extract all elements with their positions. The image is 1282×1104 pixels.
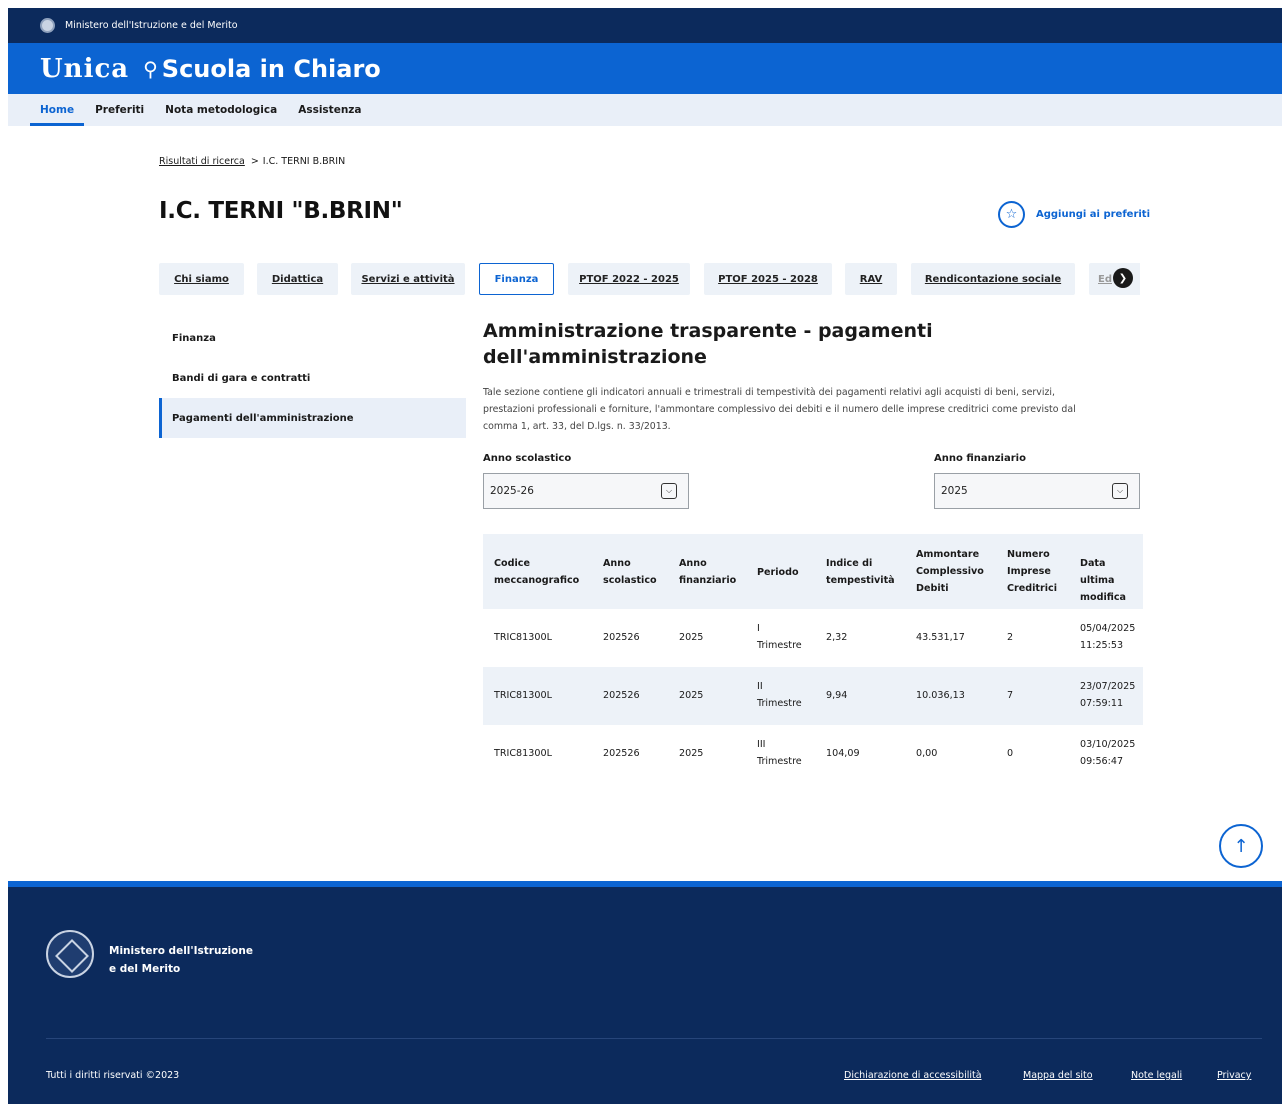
breadcrumb-separator: > (250, 156, 259, 167)
sidebar-item-finanza[interactable]: Finanza (159, 318, 466, 358)
nav-preferiti[interactable]: Preferiti (95, 94, 144, 126)
sidebar-item-pagamenti[interactable]: Pagamenti dell'amministrazione (159, 398, 466, 438)
chevron-down-icon: ⌵ (661, 483, 677, 499)
description-line3: comma 1, art. 33, del D.lgs. n. 33/2013. (483, 421, 671, 432)
section-title-line2: dell'amministrazione (483, 346, 707, 368)
th-anno-finanziario: Anno finanziario (679, 558, 737, 586)
cell-anno-scolastico: 202526 (603, 690, 640, 701)
table-row: TRIC81300L 202526 2025 III Trimestre 104,… (483, 725, 1143, 783)
tab-ptof-2022-2025[interactable]: PTOF 2022 - 2025 (568, 263, 690, 295)
cell-anno-scolastico: 202526 (603, 748, 640, 759)
main-section: Amministrazione trasparente - pagamenti … (483, 318, 1143, 435)
payments-table: Codice meccanografico Anno scolastico Anno… (483, 534, 1143, 783)
cell-codice: TRIC81300L (494, 748, 552, 759)
section-title: Amministrazione trasparente - pagamenti … (483, 318, 1143, 370)
tab-chi-siamo[interactable]: Chi siamo (159, 263, 244, 295)
section-title-line1: Amministrazione trasparente - pagamenti (483, 320, 933, 342)
nav-assistenza[interactable]: Assistenza (298, 94, 361, 126)
cell-anno-scolastico: 202526 (603, 632, 640, 643)
cell-imprese: 7 (1007, 690, 1014, 701)
cell-imprese: 2 (1007, 632, 1014, 643)
brand-bar: Unica ⚲ Scuola in Chiaro (8, 43, 1282, 94)
section-description: Tale sezione contiene gli indicatori ann… (483, 384, 1143, 435)
cell-ammontare: 43.531,17 (916, 632, 965, 643)
unica-logo[interactable]: Unica (40, 54, 129, 84)
tab-servizi-e-attivita[interactable]: Servizi e attività (351, 263, 465, 295)
cell-periodo: II Trimestre (757, 681, 802, 709)
tab-rav[interactable]: RAV (845, 263, 897, 295)
tab-ptof-2025-2028[interactable]: PTOF 2025 - 2028 (704, 263, 832, 295)
cell-indice: 2,32 (826, 632, 848, 643)
republic-emblem-icon (46, 930, 94, 978)
cell-anno-finanziario: 2025 (679, 690, 704, 701)
breadcrumb-current: I.C. TERNI B.BRIN (262, 156, 346, 167)
arrow-up-icon: ↑ (1233, 835, 1249, 857)
footer-link-note-legali[interactable]: Note legali (1131, 1070, 1182, 1081)
cell-ammontare: 10.036,13 (916, 690, 965, 701)
cell-codice: TRIC81300L (494, 632, 552, 643)
cell-imprese: 0 (1007, 748, 1014, 759)
cell-indice: 9,94 (826, 690, 848, 701)
nav-home[interactable]: Home (29, 94, 85, 126)
cell-ammontare: 0,00 (916, 748, 938, 759)
add-to-favorites-button[interactable]: ☆ Aggiungi ai preferiti (998, 201, 1150, 228)
breadcrumb: Risultati di ricerca > I.C. TERNI B.BRIN (159, 156, 345, 167)
ministry-bar: Ministero dell'Istruzione e del Merito (8, 8, 1282, 43)
tab-finanza[interactable]: Finanza (479, 263, 554, 295)
tab-didattica[interactable]: Didattica (257, 263, 338, 295)
page-title: I.C. TERNI "B.BRIN" (159, 198, 403, 224)
footer: Ministero dell'Istruzione e del Merito T… (8, 881, 1282, 1104)
anno-scolastico-label: Anno scolastico (483, 453, 572, 464)
ministry-name[interactable]: Ministero dell'Istruzione e del Merito (65, 20, 238, 31)
cell-codice: TRIC81300L (494, 690, 552, 701)
description-line2: prestazioni professionali e forniture, l… (483, 404, 1076, 415)
th-numero-imprese: Numero Imprese Creditrici (1007, 549, 1058, 594)
section-tabs: Chi siamo Didattica Servizi e attività F… (159, 263, 1140, 295)
th-data-ultima-modifica: Data ultima modifica (1080, 558, 1127, 603)
cell-data: 05/04/2025 11:25:53 (1080, 623, 1136, 651)
footer-copyright: Tutti i diritti riservati ©2023 (46, 1070, 180, 1081)
scuola-in-chiaro-logo[interactable]: Scuola in Chiaro (162, 55, 381, 83)
th-codice: Codice meccanografico (494, 558, 580, 586)
cell-periodo: I Trimestre (757, 623, 802, 651)
footer-divider (46, 1038, 1262, 1039)
chevron-right-icon[interactable]: ❯ (1113, 268, 1133, 288)
anno-finanziario-label: Anno finanziario (934, 453, 1026, 464)
footer-link-accessibilita[interactable]: Dichiarazione di accessibilità (844, 1070, 982, 1081)
back-to-top-button[interactable]: ↑ (1219, 824, 1263, 868)
anno-finanziario-select[interactable]: 2025 ⌵ (934, 473, 1140, 509)
sidebar-item-bandi-di-gara[interactable]: Bandi di gara e contratti (159, 358, 466, 398)
add-to-favorites-label: Aggiungi ai preferiti (1036, 209, 1151, 220)
table-row: TRIC81300L 202526 2025 II Trimestre 9,94 … (483, 667, 1143, 725)
th-periodo: Periodo (757, 567, 799, 578)
cell-indice: 104,09 (826, 748, 860, 759)
cell-data: 23/07/2025 07:59:11 (1080, 681, 1136, 709)
table-row: TRIC81300L 202526 2025 I Trimestre 2,32 4… (483, 609, 1143, 667)
tab-rendicontazione-sociale[interactable]: Rendicontazione sociale (911, 263, 1075, 295)
anno-scolastico-select[interactable]: 2025-26 ⌵ (483, 473, 689, 509)
anno-scolastico-value: 2025-26 (490, 485, 534, 497)
footer-link-privacy[interactable]: Privacy (1217, 1070, 1251, 1081)
table-header: Codice meccanografico Anno scolastico Anno… (483, 534, 1143, 609)
nav-nota-metodologica[interactable]: Nota metodologica (165, 94, 277, 126)
chevron-down-icon: ⌵ (1112, 483, 1128, 499)
anno-finanziario-value: 2025 (941, 485, 968, 497)
breadcrumb-link-risultati[interactable]: Risultati di ricerca (159, 156, 245, 167)
cell-periodo: III Trimestre (757, 739, 802, 767)
th-indice: Indice di tempestività (826, 558, 895, 586)
sidebar: Finanza Bandi di gara e contratti Pagame… (159, 318, 466, 438)
page-frame: Ministero dell'Istruzione e del Merito U… (8, 8, 1282, 1104)
main-nav: Home Preferiti Nota metodologica Assiste… (8, 94, 1282, 126)
star-icon: ☆ (998, 201, 1025, 228)
th-anno-scolastico: Anno scolastico (603, 558, 657, 586)
footer-link-mappa-del-sito[interactable]: Mappa del sito (1023, 1070, 1093, 1081)
cell-data: 03/10/2025 09:56:47 (1080, 739, 1136, 767)
cell-anno-finanziario: 2025 (679, 632, 704, 643)
th-ammontare: Ammontare Complessivo Debiti (916, 549, 984, 594)
footer-ministry-name[interactable]: Ministero dell'Istruzione e del Merito (109, 942, 269, 978)
map-pin-icon: ⚲ (143, 56, 158, 81)
description-line1: Tale sezione contiene gli indicatori ann… (483, 387, 1055, 398)
ministry-emblem-icon (40, 18, 55, 33)
cell-anno-finanziario: 2025 (679, 748, 704, 759)
